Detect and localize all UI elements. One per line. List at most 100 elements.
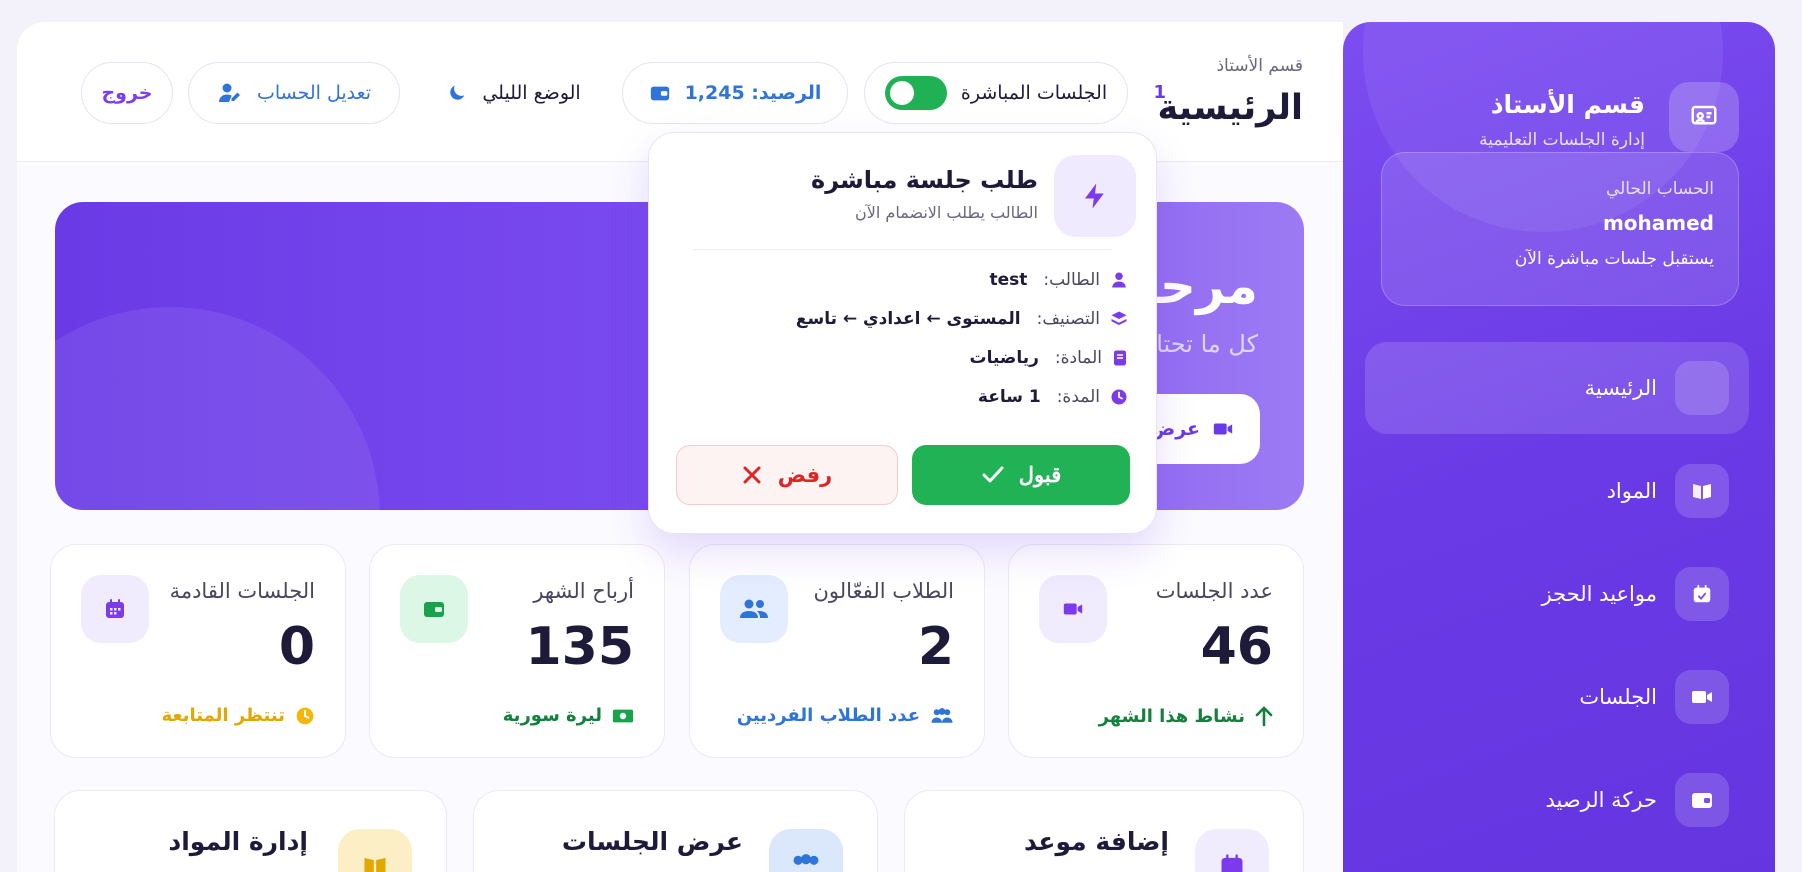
edit-account-label: تعديل الحساب	[256, 82, 372, 104]
video-icon	[1039, 575, 1107, 643]
info-key: التصنيف:	[1036, 309, 1100, 329]
live-session-request-modal: طلب جلسة مباشرة الطالب يطلب الانضمام الآ…	[648, 132, 1157, 534]
users-icon	[930, 707, 954, 725]
breadcrumb: قسم الأستاذ	[1216, 56, 1303, 76]
banner-button-label: عرض	[1149, 418, 1200, 440]
stat-footer-text: نشاط هذا الشهر	[1098, 705, 1245, 727]
sidebar-item-label: الرئيسية	[1584, 376, 1657, 400]
sidebar-item-label: الجلسات	[1579, 685, 1657, 709]
info-key: المادة:	[1054, 348, 1102, 368]
user-icon	[1110, 271, 1128, 289]
stat-label: الطلاب الفعّالون	[813, 579, 955, 603]
arrow-up-icon	[1255, 705, 1273, 727]
wallet-icon	[649, 82, 671, 104]
clock-icon	[295, 706, 315, 726]
info-value: رياضيات	[969, 348, 1039, 368]
info-row-subject: المادة: رياضيات	[969, 345, 1128, 371]
current-account-card: الحساب الحالي mohamed يستقبل جلسات مباشر…	[1381, 152, 1739, 306]
money-icon	[612, 707, 634, 725]
info-key: المدة:	[1056, 387, 1100, 407]
dark-mode-button[interactable]: الوضع الليلي	[416, 62, 611, 124]
edit-account-button[interactable]: تعديل الحساب	[188, 62, 400, 124]
sidebar-item-bookings[interactable]: مواعيد الحجز	[1365, 548, 1749, 640]
live-sessions-label: الجلسات المباشرة	[960, 82, 1108, 104]
stat-card-active-students: الطلاب الفعّالون 2 عدد الطلاب الفرديين	[689, 544, 985, 758]
stat-value: 46	[1200, 617, 1273, 677]
stat-value: 0	[278, 617, 315, 677]
stat-footer-text: عدد الطلاب الفرديين	[736, 705, 920, 726]
calendar-icon	[1195, 829, 1269, 872]
wallet-icon	[400, 575, 468, 643]
action-title: إدارة المواد	[168, 827, 308, 856]
stat-footer: نشاط هذا الشهر	[1099, 705, 1273, 727]
info-row-student: الطالب: test	[989, 267, 1128, 293]
modal-subtitle: الطالب يطلب الانضمام الآن	[855, 203, 1038, 222]
users-icon	[720, 575, 788, 643]
logout-button[interactable]: خروج	[81, 62, 173, 124]
sidebar-item-label: مواعيد الحجز	[1541, 582, 1657, 606]
info-value: test	[989, 270, 1028, 290]
accept-button[interactable]: قبول	[912, 445, 1130, 505]
action-title: عرض الجلسات	[561, 827, 743, 856]
lightning-icon	[1054, 155, 1136, 237]
user-edit-icon	[217, 81, 243, 105]
reject-label: رفض	[777, 463, 833, 487]
video-icon	[1210, 418, 1236, 440]
teacher-board-icon	[1669, 82, 1739, 152]
calendar-icon	[81, 575, 149, 643]
video-icon	[1675, 670, 1729, 724]
stat-label: أرباح الشهر	[533, 579, 634, 603]
sidebar-header: قسم الأستاذ إدارة الجلسات التعليمية	[1373, 60, 1739, 152]
sidebar-nav: الرئيسية المواد مواعيد الحجز الجلسات حرك…	[1365, 342, 1749, 857]
stat-label: عدد الجلسات	[1155, 579, 1273, 603]
banner-decoration	[55, 307, 380, 510]
sidebar-item-subjects[interactable]: المواد	[1365, 445, 1749, 537]
info-value: 1 ساعة	[977, 387, 1041, 407]
stat-footer: تنتظر المتابعة	[162, 705, 315, 726]
balance-button[interactable]: الرصيد: 1,245	[622, 62, 848, 124]
action-card-manage-subjects[interactable]: إدارة المواد	[54, 790, 447, 872]
stat-card-upcoming: الجلسات القادمة 0 تنتظر المتابعة	[50, 544, 346, 758]
stat-footer-text: ليرة سورية	[502, 705, 602, 726]
stat-card-sessions: عدد الجلسات 46 نشاط هذا الشهر	[1008, 544, 1304, 758]
modal-divider	[693, 249, 1112, 250]
reject-button[interactable]: رفض	[676, 445, 898, 505]
clock-icon	[1110, 388, 1128, 406]
info-row-classification: التصنيف: المستوى ← اعدادي ← تاسع	[796, 306, 1128, 332]
account-status: يستقبل جلسات مباشرة الآن	[1514, 249, 1714, 269]
dark-mode-label: الوضع الليلي	[482, 82, 581, 104]
stat-footer: ليرة سورية	[503, 705, 634, 726]
book-icon	[1675, 464, 1729, 518]
layers-icon	[1110, 310, 1128, 328]
toggle-switch[interactable]	[884, 76, 947, 110]
calendar-check-icon	[1675, 567, 1729, 621]
action-card-view-sessions[interactable]: عرض الجلسات	[473, 790, 878, 872]
notification-count[interactable]: 1	[1153, 82, 1166, 103]
stat-footer: عدد الطلاب الفرديين	[737, 705, 954, 726]
live-sessions-toggle[interactable]: الجلسات المباشرة	[864, 62, 1128, 124]
sidebar-item-home[interactable]: الرئيسية	[1365, 342, 1749, 434]
page-title: الرئيسية	[1157, 88, 1303, 128]
action-title: إضافة موعد	[1023, 827, 1169, 856]
book-icon	[338, 829, 412, 872]
stat-value: 2	[917, 617, 954, 677]
sidebar-item-sessions[interactable]: الجلسات	[1365, 651, 1749, 743]
book-icon	[1112, 349, 1128, 367]
wallet-icon	[1675, 773, 1729, 827]
toggle-knob	[889, 81, 914, 105]
action-card-add-appointment[interactable]: إضافة موعد	[904, 790, 1304, 872]
sidebar-item-label: حركة الرصيد	[1545, 788, 1657, 812]
stat-value: 135	[525, 617, 634, 677]
home-icon	[1675, 361, 1729, 415]
sidebar: قسم الأستاذ إدارة الجلسات التعليمية الحس…	[1343, 22, 1775, 872]
stat-footer-text: تنتظر المتابعة	[161, 705, 285, 726]
stat-card-earnings: أرباح الشهر 135 ليرة سورية	[369, 544, 665, 758]
info-row-duration: المدة: 1 ساعة	[978, 384, 1128, 410]
sidebar-item-label: المواد	[1606, 479, 1657, 503]
accept-label: قبول	[1018, 463, 1062, 487]
account-name: mohamed	[1602, 211, 1714, 235]
users-icon	[769, 829, 843, 872]
sidebar-item-balance[interactable]: حركة الرصيد	[1365, 754, 1749, 846]
stat-label: الجلسات القادمة	[169, 579, 315, 603]
info-value: المستوى ← اعدادي ← تاسع	[795, 309, 1021, 329]
